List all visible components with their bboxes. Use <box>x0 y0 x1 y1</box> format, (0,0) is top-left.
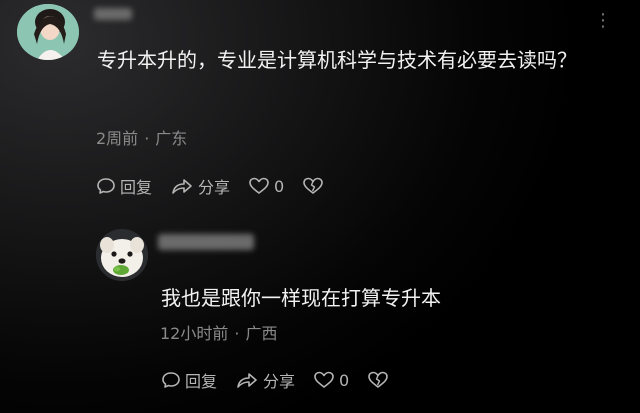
heart-icon <box>314 371 334 388</box>
reply-text: 我也是跟你一样现在打算专升本 <box>161 286 441 310</box>
comment-time: 2周前 <box>96 129 139 148</box>
reply-label: 回复 <box>185 372 218 391</box>
broken-heart-icon <box>303 177 324 194</box>
meta-separator: · <box>234 324 240 343</box>
like-count: 0 <box>274 176 285 196</box>
commenter-username-obscured <box>94 8 132 20</box>
share-button[interactable]: 分享 <box>170 174 230 198</box>
dislike-button[interactable] <box>302 176 328 196</box>
like-button[interactable]: 0 <box>313 370 349 390</box>
like-count: 0 <box>339 370 350 390</box>
share-label: 分享 <box>263 372 296 391</box>
comment-text: 专升本升的，专业是计算机科学与技术有必要去读吗？ <box>97 48 577 72</box>
reply-meta: 12小时前 · 广西 <box>160 320 277 344</box>
comment-meta: 2周前 · 广东 <box>96 125 187 149</box>
comment-actions: 回复 分享 0 <box>96 174 346 198</box>
heart-icon <box>249 177 269 194</box>
share-arrow-icon <box>237 373 257 388</box>
share-button[interactable]: 分享 <box>235 368 295 392</box>
replier-avatar[interactable] <box>96 229 148 281</box>
reply-location: 广西 <box>245 324 278 343</box>
comment-screen: ⋮ 专升本升的，专业是计算机科学与技术有必要去读吗？ 2周前 · 广东 回复 分享 … <box>0 0 640 413</box>
reply-bubble-icon <box>162 372 180 388</box>
meta-separator: · <box>144 129 150 148</box>
broken-heart-icon <box>368 371 389 388</box>
replier-username-obscured <box>158 234 254 250</box>
like-button[interactable]: 0 <box>248 176 284 196</box>
reply-button[interactable]: 回复 <box>96 174 152 198</box>
share-label: 分享 <box>198 178 231 197</box>
more-dots-icon[interactable]: ⋮ <box>594 12 613 30</box>
reply-button[interactable]: 回复 <box>161 368 217 392</box>
woman-portrait-icon <box>17 4 79 60</box>
comment-location: 广东 <box>155 129 188 148</box>
reply-time: 12小时前 <box>160 324 229 343</box>
dislike-button[interactable] <box>367 370 393 390</box>
reply-bubble-icon <box>97 178 115 194</box>
commenter-avatar[interactable] <box>17 4 79 60</box>
share-arrow-icon <box>172 179 192 194</box>
white-dog-icon <box>96 229 148 281</box>
reply-label: 回复 <box>120 178 153 197</box>
reply-actions: 回复 分享 0 <box>161 368 411 392</box>
